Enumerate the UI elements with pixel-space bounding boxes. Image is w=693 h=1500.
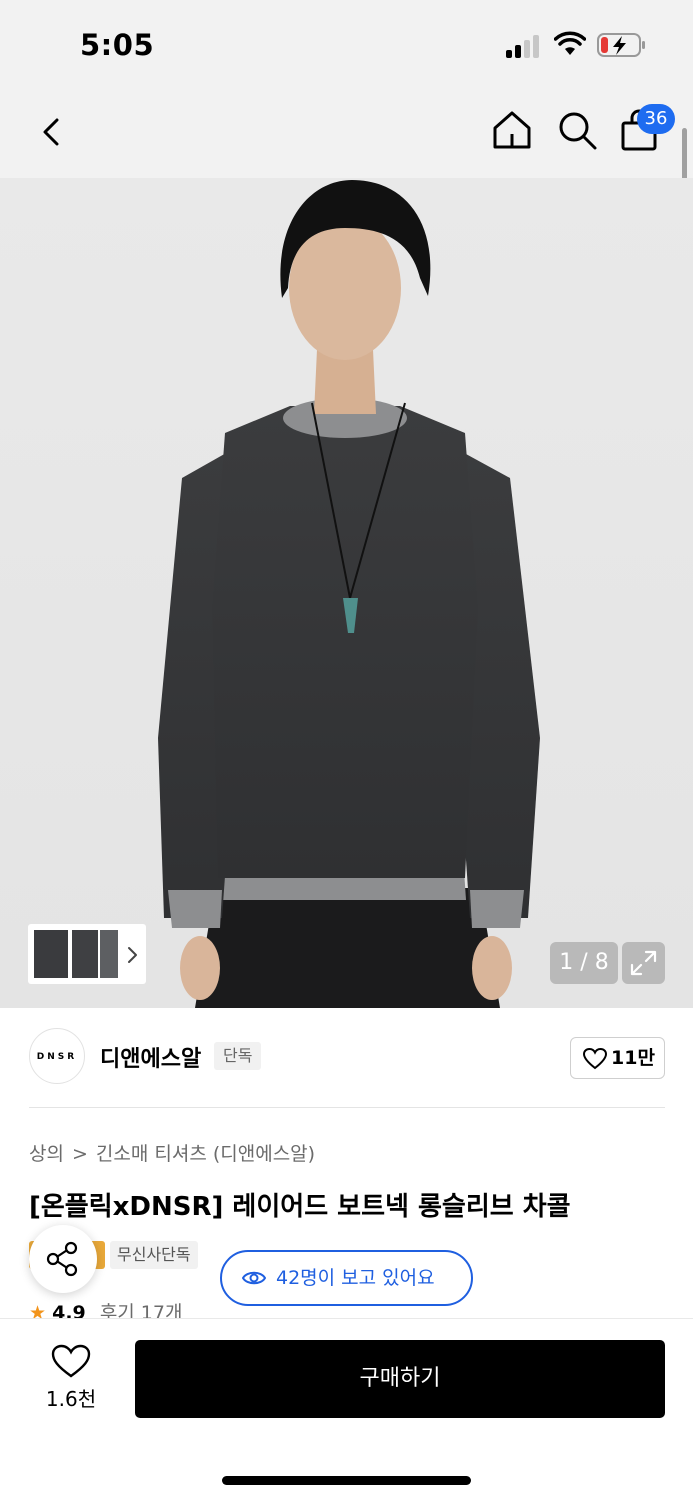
breadcrumb-separator: > xyxy=(71,1143,88,1165)
breadcrumb: 상의 > 긴소매 티셔츠 (디앤에스알) xyxy=(29,1139,315,1166)
thumbnail-2[interactable] xyxy=(72,930,98,978)
share-icon xyxy=(46,1241,78,1277)
brand-row[interactable]: DNSR 디앤에스알 단독 11만 xyxy=(0,1008,693,1108)
home-icon[interactable] xyxy=(490,108,534,152)
search-icon[interactable] xyxy=(555,108,599,152)
signal-icon xyxy=(506,34,542,58)
wishlist-count: 1.6천 xyxy=(45,1387,97,1411)
product-title: [온플릭xDNSR] 레이어드 보트넥 롱슬리브 차콜 xyxy=(29,1192,571,1222)
musinsa-exclusive-tag: 무신사단독 xyxy=(110,1241,198,1269)
rating-row[interactable]: ★ 4.9 후기 17개 xyxy=(29,1298,182,1320)
image-counter: 1 / 8 xyxy=(550,942,618,984)
share-button[interactable] xyxy=(29,1225,97,1293)
buy-button[interactable]: 구매하기 xyxy=(135,1340,665,1418)
status-time: 5:05 xyxy=(80,28,155,62)
product-tags: 무신사단독 42명이 보고 있어요 xyxy=(0,1225,693,1306)
expand-icon xyxy=(630,950,657,976)
home-indicator xyxy=(222,1476,471,1485)
heart-icon xyxy=(583,1048,607,1070)
product-image[interactable] xyxy=(0,178,693,1008)
model-photo xyxy=(158,180,540,1008)
status-bar: 5:05 xyxy=(0,0,693,90)
thumbnail-3[interactable] xyxy=(100,930,118,978)
back-icon[interactable] xyxy=(30,108,74,156)
expand-button[interactable] xyxy=(622,942,665,984)
brand-logo[interactable]: DNSR xyxy=(29,1028,85,1084)
breadcrumb-item[interactable]: 긴소매 티셔츠 (디앤에스알) xyxy=(96,1143,315,1165)
heart-icon xyxy=(51,1344,91,1378)
thumbnail-1[interactable] xyxy=(34,930,68,978)
brand-name[interactable]: 디앤에스알 xyxy=(100,1041,201,1073)
brand-like-count: 11만 xyxy=(611,1047,655,1069)
viewers-text: 42명이 보고 있어요 xyxy=(276,1267,435,1289)
brand-exclusive-tag: 단독 xyxy=(214,1042,262,1070)
chevron-right-icon[interactable] xyxy=(122,943,142,967)
divider xyxy=(29,1107,665,1108)
cart-count-badge: 36 xyxy=(637,104,675,134)
eye-icon xyxy=(242,1271,266,1285)
battery-icon xyxy=(597,33,645,57)
viewers-pill[interactable]: 42명이 보고 있어요 xyxy=(220,1250,473,1306)
breadcrumb-item[interactable]: 상의 xyxy=(29,1143,64,1165)
wifi-icon xyxy=(554,31,586,55)
top-nav xyxy=(0,90,693,178)
brand-like-button[interactable]: 11만 xyxy=(570,1037,665,1079)
